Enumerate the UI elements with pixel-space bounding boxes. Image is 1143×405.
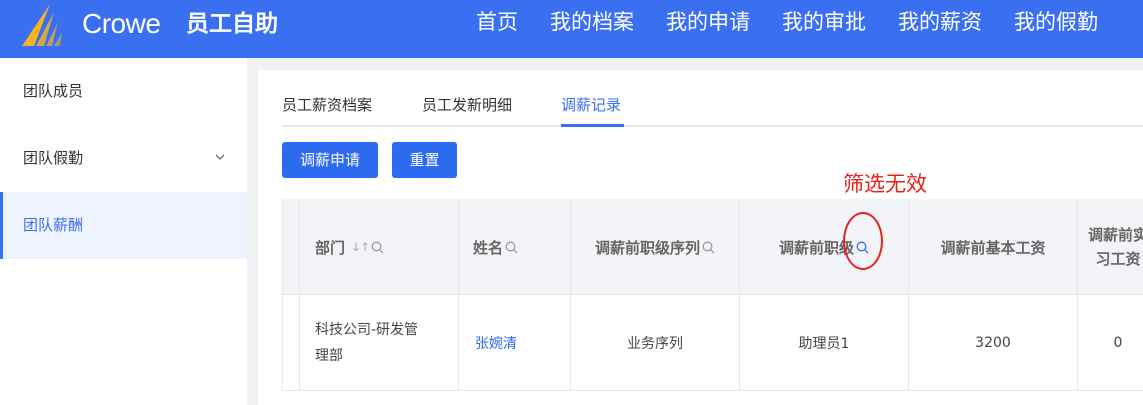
nav-my-salary[interactable]: 我的薪资 xyxy=(882,0,998,46)
column-header-pre-rank: 调薪前职级 xyxy=(739,199,908,295)
cell-base-salary: 3200 xyxy=(908,295,1077,391)
search-icon[interactable] xyxy=(505,241,518,254)
sidebar-item-team-members[interactable]: 团队成员 xyxy=(0,58,247,125)
app-title: 员工自助 xyxy=(186,11,278,37)
sidebar-item-label: 团队薪酬 xyxy=(23,216,84,234)
column-header-pre-rank-sequence: 调薪前职级序列 xyxy=(570,199,739,295)
cell-name: 张婉清 xyxy=(458,295,570,391)
table-header: 部门 ↓↑ 姓名 调薪前职级序列 调薪前职级 调薪前基本工资 调薪前实习工资 xyxy=(282,199,1143,295)
column-header-name: 姓名 xyxy=(458,199,570,295)
base-salary-value: 3200 xyxy=(975,335,1011,351)
rank-value: 助理员1 xyxy=(798,336,850,352)
department-line-1: 科技公司-研发管 xyxy=(315,322,419,338)
column-header-pre-intern-salary: 调薪前实习工资 xyxy=(1077,199,1143,295)
active-tab-indicator xyxy=(561,124,624,127)
cell-intern-salary: 0 xyxy=(1077,295,1143,391)
salary-adjust-apply-button[interactable]: 调薪申请 xyxy=(282,142,378,178)
tab-salary-adjustment-records[interactable]: 调薪记录 xyxy=(561,94,621,115)
sidebar-item-team-attendance[interactable]: 团队假勤 xyxy=(0,125,247,192)
intern-salary-value: 0 xyxy=(1113,335,1123,351)
nav-home[interactable]: 首页 xyxy=(460,0,534,46)
top-header: Crowe 员工自助 首页 我的档案 我的申请 我的审批 我的薪资 我的假勤 xyxy=(0,0,1143,58)
tab-salary-archive[interactable]: 员工薪资档案 xyxy=(282,94,372,115)
employee-name-link[interactable]: 张婉清 xyxy=(475,333,517,353)
cell-rank-sequence: 业务序列 xyxy=(570,295,739,391)
table-header-spacer xyxy=(282,199,299,295)
sidebar-item-label: 团队假勤 xyxy=(23,149,84,167)
column-header-department: 部门 ↓↑ xyxy=(299,199,458,295)
row-spacer xyxy=(282,295,299,391)
main-panel: 员工薪资档案 员工发新明细 调薪记录 调薪申请 重置 部门 ↓↑ 姓名 调薪前职… xyxy=(258,70,1143,405)
chevron-down-icon xyxy=(215,154,225,160)
nav-my-approvals[interactable]: 我的审批 xyxy=(766,0,882,46)
crowe-logo-icon xyxy=(22,4,62,46)
search-icon[interactable] xyxy=(702,241,715,254)
column-header-label: 姓名 xyxy=(473,238,504,257)
tab-bar: 员工薪资档案 员工发新明细 调薪记录 xyxy=(282,70,1143,127)
tab-payroll-detail[interactable]: 员工发新明细 xyxy=(422,94,512,115)
column-header-pre-base-salary: 调薪前基本工资 xyxy=(908,199,1077,295)
column-header-label: 调薪前实习工资 xyxy=(1088,226,1143,268)
table-row: 科技公司-研发管 理部 张婉清 业务序列 助理员1 3200 0 xyxy=(282,295,1143,391)
annotation-text: 筛选无效 xyxy=(843,172,927,196)
column-header-label: 部门 xyxy=(315,238,346,257)
nav-my-attendance[interactable]: 我的假勤 xyxy=(998,0,1114,46)
nav-my-applications[interactable]: 我的申请 xyxy=(650,0,766,46)
cell-rank: 助理员1 xyxy=(739,295,908,391)
search-icon[interactable] xyxy=(371,241,384,254)
reset-button[interactable]: 重置 xyxy=(392,142,457,178)
column-header-label: 调薪前基本工资 xyxy=(940,238,1046,257)
sort-icon[interactable]: ↓↑ xyxy=(351,240,370,254)
nav-my-profile[interactable]: 我的档案 xyxy=(534,0,650,46)
column-header-label: 调薪前职级序列 xyxy=(594,238,700,257)
top-nav: 首页 我的档案 我的申请 我的审批 我的薪资 我的假勤 xyxy=(460,0,1114,46)
sidebar: 团队成员 团队假勤 团队薪酬 xyxy=(0,58,247,405)
salary-adjustment-table: 部门 ↓↑ 姓名 调薪前职级序列 调薪前职级 调薪前基本工资 调薪前实习工资 科… xyxy=(282,199,1143,391)
sidebar-item-label: 团队成员 xyxy=(23,82,84,100)
rank-sequence-value: 业务序列 xyxy=(627,336,683,352)
sidebar-item-team-compensation[interactable]: 团队薪酬 xyxy=(0,192,247,259)
department-line-2: 理部 xyxy=(315,348,343,364)
cell-department: 科技公司-研发管 理部 xyxy=(299,295,458,391)
brand-name: Crowe xyxy=(82,8,161,39)
annotation-circle xyxy=(843,212,883,270)
